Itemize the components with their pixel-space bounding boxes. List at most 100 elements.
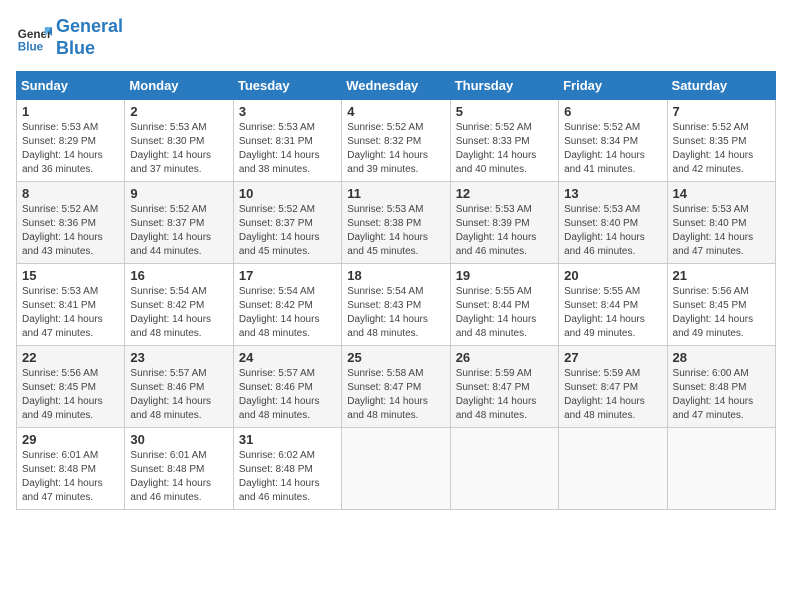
calendar-cell (667, 428, 775, 510)
day-number: 14 (673, 186, 770, 201)
logo: General Blue GeneralBlue (16, 16, 123, 59)
day-info: Sunrise: 5:56 AMSunset: 8:45 PMDaylight:… (22, 368, 103, 421)
calendar-cell: 20 Sunrise: 5:55 AMSunset: 8:44 PMDaylig… (559, 264, 667, 346)
day-number: 21 (673, 268, 770, 283)
day-number: 10 (239, 186, 336, 201)
day-number: 4 (347, 104, 444, 119)
calendar-cell: 18 Sunrise: 5:54 AMSunset: 8:43 PMDaylig… (342, 264, 450, 346)
day-number: 29 (22, 432, 119, 447)
logo-text: GeneralBlue (56, 16, 123, 59)
day-number: 12 (456, 186, 553, 201)
calendar-cell: 5 Sunrise: 5:52 AMSunset: 8:33 PMDayligh… (450, 100, 558, 182)
calendar-week-row: 29 Sunrise: 6:01 AMSunset: 8:48 PMDaylig… (17, 428, 776, 510)
calendar-cell: 31 Sunrise: 6:02 AMSunset: 8:48 PMDaylig… (233, 428, 341, 510)
calendar-cell: 29 Sunrise: 6:01 AMSunset: 8:48 PMDaylig… (17, 428, 125, 510)
calendar-cell: 17 Sunrise: 5:54 AMSunset: 8:42 PMDaylig… (233, 264, 341, 346)
day-info: Sunrise: 5:53 AMSunset: 8:41 PMDaylight:… (22, 286, 103, 339)
day-number: 23 (130, 350, 227, 365)
calendar-cell (342, 428, 450, 510)
calendar-cell: 27 Sunrise: 5:59 AMSunset: 8:47 PMDaylig… (559, 346, 667, 428)
day-number: 20 (564, 268, 661, 283)
day-number: 9 (130, 186, 227, 201)
day-info: Sunrise: 5:52 AMSunset: 8:36 PMDaylight:… (22, 204, 103, 257)
calendar-cell: 11 Sunrise: 5:53 AMSunset: 8:38 PMDaylig… (342, 182, 450, 264)
day-info: Sunrise: 5:53 AMSunset: 8:31 PMDaylight:… (239, 122, 320, 175)
day-info: Sunrise: 5:54 AMSunset: 8:42 PMDaylight:… (130, 286, 211, 339)
day-info: Sunrise: 5:53 AMSunset: 8:40 PMDaylight:… (673, 204, 754, 257)
day-number: 2 (130, 104, 227, 119)
calendar-cell: 3 Sunrise: 5:53 AMSunset: 8:31 PMDayligh… (233, 100, 341, 182)
day-number: 24 (239, 350, 336, 365)
day-number: 16 (130, 268, 227, 283)
calendar-week-row: 22 Sunrise: 5:56 AMSunset: 8:45 PMDaylig… (17, 346, 776, 428)
day-info: Sunrise: 5:54 AMSunset: 8:42 PMDaylight:… (239, 286, 320, 339)
calendar-cell: 19 Sunrise: 5:55 AMSunset: 8:44 PMDaylig… (450, 264, 558, 346)
day-number: 1 (22, 104, 119, 119)
day-number: 7 (673, 104, 770, 119)
day-number: 19 (456, 268, 553, 283)
calendar-table: SundayMondayTuesdayWednesdayThursdayFrid… (16, 71, 776, 510)
day-info: Sunrise: 5:55 AMSunset: 8:44 PMDaylight:… (456, 286, 537, 339)
day-number: 28 (673, 350, 770, 365)
col-header-wednesday: Wednesday (342, 72, 450, 100)
day-info: Sunrise: 5:53 AMSunset: 8:29 PMDaylight:… (22, 122, 103, 175)
svg-text:Blue: Blue (18, 40, 44, 53)
calendar-header-row: SundayMondayTuesdayWednesdayThursdayFrid… (17, 72, 776, 100)
day-info: Sunrise: 6:01 AMSunset: 8:48 PMDaylight:… (22, 450, 103, 503)
calendar-cell: 10 Sunrise: 5:52 AMSunset: 8:37 PMDaylig… (233, 182, 341, 264)
col-header-friday: Friday (559, 72, 667, 100)
day-info: Sunrise: 5:53 AMSunset: 8:30 PMDaylight:… (130, 122, 211, 175)
calendar-cell: 2 Sunrise: 5:53 AMSunset: 8:30 PMDayligh… (125, 100, 233, 182)
day-number: 17 (239, 268, 336, 283)
day-number: 11 (347, 186, 444, 201)
day-number: 31 (239, 432, 336, 447)
calendar-cell: 24 Sunrise: 5:57 AMSunset: 8:46 PMDaylig… (233, 346, 341, 428)
calendar-cell: 4 Sunrise: 5:52 AMSunset: 8:32 PMDayligh… (342, 100, 450, 182)
day-number: 6 (564, 104, 661, 119)
day-info: Sunrise: 5:52 AMSunset: 8:34 PMDaylight:… (564, 122, 645, 175)
day-info: Sunrise: 5:59 AMSunset: 8:47 PMDaylight:… (456, 368, 537, 421)
calendar-cell: 21 Sunrise: 5:56 AMSunset: 8:45 PMDaylig… (667, 264, 775, 346)
calendar-cell: 9 Sunrise: 5:52 AMSunset: 8:37 PMDayligh… (125, 182, 233, 264)
calendar-cell: 28 Sunrise: 6:00 AMSunset: 8:48 PMDaylig… (667, 346, 775, 428)
calendar-cell: 15 Sunrise: 5:53 AMSunset: 8:41 PMDaylig… (17, 264, 125, 346)
calendar-cell: 30 Sunrise: 6:01 AMSunset: 8:48 PMDaylig… (125, 428, 233, 510)
calendar-week-row: 8 Sunrise: 5:52 AMSunset: 8:36 PMDayligh… (17, 182, 776, 264)
col-header-tuesday: Tuesday (233, 72, 341, 100)
day-number: 22 (22, 350, 119, 365)
calendar-cell (450, 428, 558, 510)
day-number: 8 (22, 186, 119, 201)
day-number: 5 (456, 104, 553, 119)
logo-icon: General Blue (16, 20, 52, 56)
day-info: Sunrise: 5:52 AMSunset: 8:35 PMDaylight:… (673, 122, 754, 175)
day-number: 27 (564, 350, 661, 365)
calendar-cell: 8 Sunrise: 5:52 AMSunset: 8:36 PMDayligh… (17, 182, 125, 264)
calendar-cell: 25 Sunrise: 5:58 AMSunset: 8:47 PMDaylig… (342, 346, 450, 428)
col-header-sunday: Sunday (17, 72, 125, 100)
day-info: Sunrise: 5:55 AMSunset: 8:44 PMDaylight:… (564, 286, 645, 339)
calendar-cell: 26 Sunrise: 5:59 AMSunset: 8:47 PMDaylig… (450, 346, 558, 428)
day-info: Sunrise: 5:58 AMSunset: 8:47 PMDaylight:… (347, 368, 428, 421)
day-info: Sunrise: 5:53 AMSunset: 8:38 PMDaylight:… (347, 204, 428, 257)
day-info: Sunrise: 6:01 AMSunset: 8:48 PMDaylight:… (130, 450, 211, 503)
calendar-week-row: 1 Sunrise: 5:53 AMSunset: 8:29 PMDayligh… (17, 100, 776, 182)
calendar-week-row: 15 Sunrise: 5:53 AMSunset: 8:41 PMDaylig… (17, 264, 776, 346)
day-number: 30 (130, 432, 227, 447)
day-info: Sunrise: 5:52 AMSunset: 8:37 PMDaylight:… (130, 204, 211, 257)
calendar-cell: 6 Sunrise: 5:52 AMSunset: 8:34 PMDayligh… (559, 100, 667, 182)
day-info: Sunrise: 5:53 AMSunset: 8:40 PMDaylight:… (564, 204, 645, 257)
calendar-cell: 12 Sunrise: 5:53 AMSunset: 8:39 PMDaylig… (450, 182, 558, 264)
day-info: Sunrise: 6:02 AMSunset: 8:48 PMDaylight:… (239, 450, 320, 503)
calendar-cell (559, 428, 667, 510)
day-info: Sunrise: 5:52 AMSunset: 8:32 PMDaylight:… (347, 122, 428, 175)
calendar-cell: 22 Sunrise: 5:56 AMSunset: 8:45 PMDaylig… (17, 346, 125, 428)
page-header: General Blue GeneralBlue (16, 16, 776, 59)
day-info: Sunrise: 5:52 AMSunset: 8:33 PMDaylight:… (456, 122, 537, 175)
day-info: Sunrise: 5:54 AMSunset: 8:43 PMDaylight:… (347, 286, 428, 339)
day-info: Sunrise: 5:56 AMSunset: 8:45 PMDaylight:… (673, 286, 754, 339)
calendar-cell: 23 Sunrise: 5:57 AMSunset: 8:46 PMDaylig… (125, 346, 233, 428)
day-number: 26 (456, 350, 553, 365)
calendar-cell: 1 Sunrise: 5:53 AMSunset: 8:29 PMDayligh… (17, 100, 125, 182)
day-info: Sunrise: 5:57 AMSunset: 8:46 PMDaylight:… (239, 368, 320, 421)
day-number: 18 (347, 268, 444, 283)
